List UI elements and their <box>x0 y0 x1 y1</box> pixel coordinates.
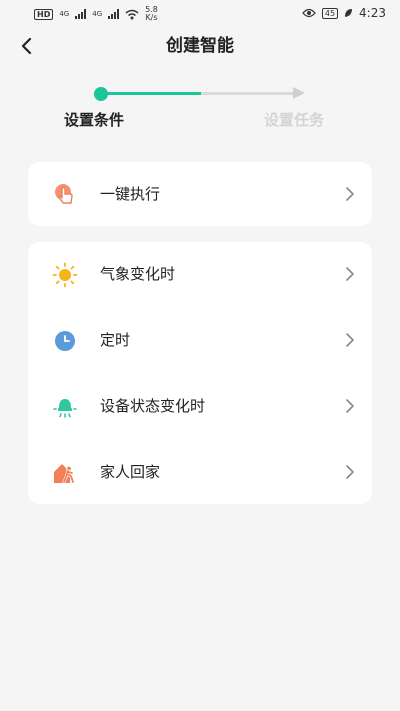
back-button[interactable] <box>14 34 38 58</box>
condition-row-device-state[interactable]: 设备状态变化时 <box>28 374 372 438</box>
clock-icon <box>55 331 75 351</box>
conditions-card: 气象变化时 定时 设备状态变化时 家人回家 <box>28 242 372 504</box>
condition-row-weather[interactable]: 气象变化时 <box>28 242 372 306</box>
network-type-1: 4G <box>59 10 70 18</box>
step-label-tasks: 设置任务 <box>264 111 325 129</box>
signal-icon <box>108 9 120 19</box>
leaf-icon <box>345 9 353 17</box>
chevron-right-icon <box>346 267 354 281</box>
network-type-2: 4G <box>92 10 103 18</box>
home-walker-icon <box>54 464 75 484</box>
hd-badge: HD <box>34 8 54 20</box>
condition-row-timer[interactable]: 定时 <box>28 308 372 372</box>
status-left: HD 4G 4G 5.8 K/s <box>34 6 158 22</box>
condition-row-family-home[interactable]: 家人回家 <box>28 440 372 504</box>
eye-icon <box>302 8 316 18</box>
wifi-icon <box>125 9 139 19</box>
status-right: 45 4:23 <box>302 6 386 20</box>
tap-hand-icon <box>55 184 73 204</box>
condition-label: 一键执行 <box>100 185 161 203</box>
chevron-right-icon <box>346 399 354 413</box>
page-title: 创建智能 <box>166 36 234 56</box>
condition-label: 气象变化时 <box>100 265 176 283</box>
chevron-right-icon <box>346 187 354 201</box>
signal-icon <box>75 9 87 19</box>
step-remaining-line <box>201 92 295 95</box>
condition-label: 家人回家 <box>100 463 161 481</box>
speed-unit: K/s <box>145 13 158 22</box>
condition-row-one-tap[interactable]: 一键执行 <box>28 162 372 226</box>
chevron-right-icon <box>346 333 354 347</box>
battery-icon: 45 <box>321 7 339 19</box>
condition-label: 定时 <box>100 331 131 349</box>
network-speed: 5.8 K/s <box>145 6 158 22</box>
chevron-left-icon <box>21 37 32 55</box>
quick-action-card: 一键执行 <box>28 162 372 226</box>
chevron-right-icon <box>346 465 354 479</box>
status-bar: HD 4G 4G 5.8 K/s 45 4:23 <box>0 0 400 28</box>
device-lamp-icon <box>53 399 77 418</box>
sun-icon <box>52 262 78 288</box>
step-progress-line <box>101 92 201 95</box>
stepper: 设置条件 设置任务 <box>0 82 400 142</box>
step-arrow-icon <box>293 87 305 99</box>
step-label-conditions: 设置条件 <box>64 111 125 129</box>
condition-label: 设备状态变化时 <box>100 397 206 415</box>
step-current-dot <box>94 87 108 101</box>
clock-time: 4:23 <box>359 6 386 20</box>
